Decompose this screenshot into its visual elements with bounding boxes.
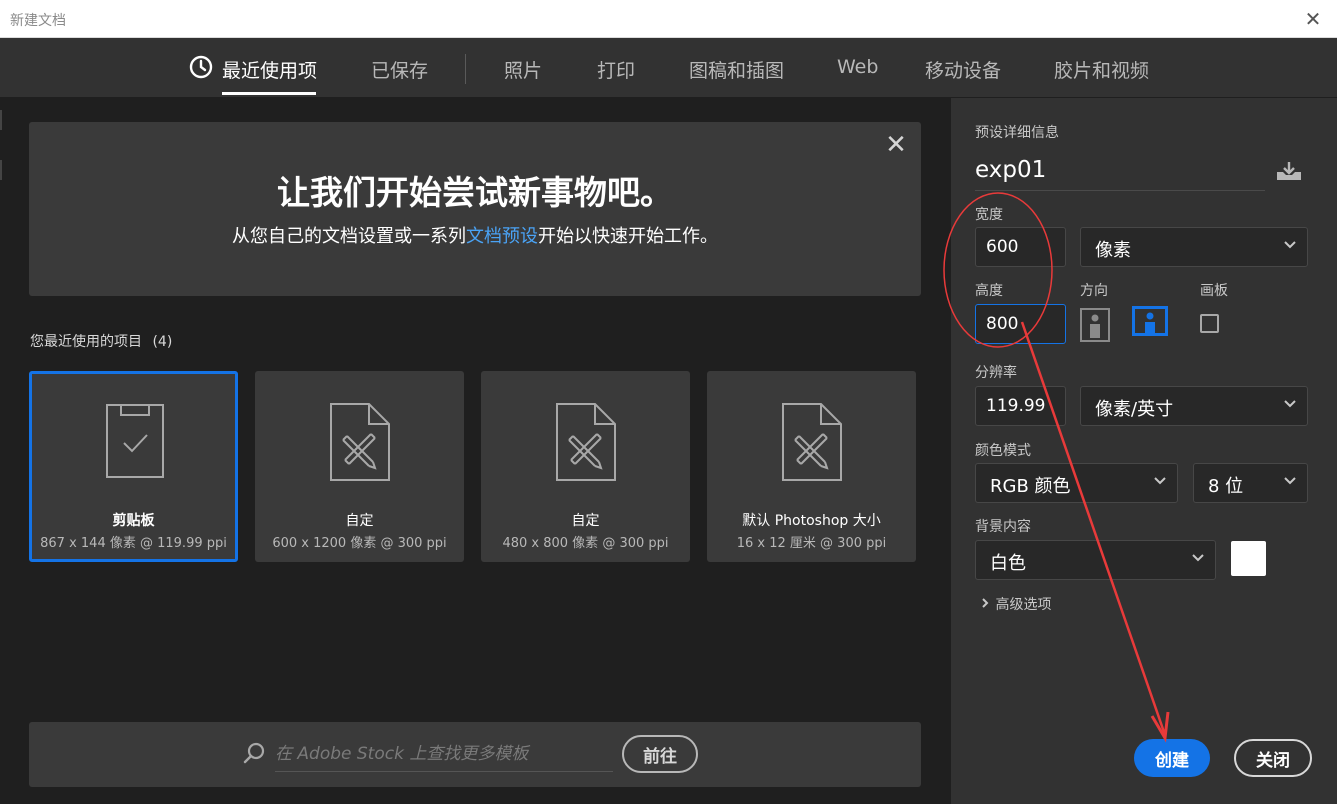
save-preset-icon[interactable]	[1275, 160, 1303, 182]
window-edge-mark	[0, 110, 2, 130]
advanced-options-label: 高级选项	[995, 597, 1052, 613]
resolution-label: 分辨率	[975, 365, 1017, 381]
search-icon	[243, 742, 265, 764]
width-unit-select[interactable]: 像素	[1080, 227, 1308, 267]
welcome-subtitle-after: 开始以快速开始工作。	[538, 226, 718, 247]
width-unit-value: 像素	[1095, 240, 1131, 261]
welcome-subtitle: 从您自己的文档设置或一系列文档预设开始以快速开始工作。	[29, 222, 921, 248]
recent-items-title: 您最近使用的项目	[30, 334, 142, 350]
orientation-label: 方向	[1080, 283, 1108, 299]
welcome-subtitle-before: 从您自己的文档设置或一系列	[232, 226, 466, 247]
window-close-icon[interactable]: ✕	[1301, 7, 1325, 31]
clock-icon	[189, 55, 213, 79]
width-input[interactable]: 600	[975, 227, 1066, 267]
chevron-down-icon	[1192, 554, 1204, 562]
recent-item-name: 自定	[345, 513, 374, 529]
recent-item-meta: 480 x 800 像素 @ 300 ppi	[502, 536, 669, 551]
title-bar: 新建文档 ✕	[0, 0, 1337, 38]
chevron-down-icon	[1284, 241, 1296, 249]
preset-details-label: 预设详细信息	[975, 125, 1059, 141]
background-value: 白色	[990, 553, 1026, 574]
preset-category-tabs: 最近使用项 已保存 照片 打印 图稿和插图 Web 移动设备 胶片和视频	[0, 38, 1337, 98]
recent-item-meta: 600 x 1200 像素 @ 300 ppi	[272, 536, 447, 551]
document-presets-link[interactable]: 文档预设	[466, 226, 538, 247]
recent-item-card[interactable]: 剪贴板 867 x 144 像素 @ 119.99 ppi	[29, 371, 238, 562]
landscape-orientation-icon[interactable]	[1132, 306, 1168, 336]
clipboard-check-icon	[106, 404, 164, 478]
create-button[interactable]: 创建	[1134, 739, 1210, 777]
tab-photo[interactable]: 照片	[504, 56, 542, 83]
tab-saved[interactable]: 已保存	[371, 56, 428, 83]
height-label: 高度	[975, 283, 1003, 299]
color-mode-select[interactable]: RGB 颜色	[975, 463, 1178, 503]
recent-items-label: 您最近使用的项目 (4)	[30, 331, 172, 351]
tab-film-video[interactable]: 胶片和视频	[1054, 56, 1149, 83]
stock-search-input[interactable]	[275, 736, 613, 772]
tab-print[interactable]: 打印	[597, 56, 635, 83]
recent-item-card[interactable]: 自定 480 x 800 像素 @ 300 ppi	[481, 371, 690, 562]
dismiss-banner-icon[interactable]: ✕	[883, 132, 909, 158]
window-title: 新建文档	[10, 13, 66, 29]
recent-items-count: (4)	[152, 334, 173, 350]
background-label: 背景内容	[975, 519, 1031, 535]
welcome-banner: 让我们开始尝试新事物吧。 从您自己的文档设置或一系列文档预设开始以快速开始工作。…	[29, 122, 921, 296]
tab-art-illustration[interactable]: 图稿和插图	[689, 56, 784, 83]
tab-divider	[465, 54, 466, 84]
chevron-down-icon	[1284, 477, 1296, 485]
preset-name-field[interactable]: exp01	[975, 153, 1265, 191]
color-mode-value: RGB 颜色	[990, 476, 1071, 497]
recent-item-name: 自定	[571, 513, 600, 529]
left-pane: 让我们开始尝试新事物吧。 从您自己的文档设置或一系列文档预设开始以快速开始工作。…	[0, 98, 950, 804]
background-select[interactable]: 白色	[975, 540, 1216, 580]
document-ruler-pencil-icon	[782, 403, 842, 481]
recent-item-name: 默认 Photoshop 大小	[742, 513, 881, 529]
artboard-checkbox[interactable]	[1200, 314, 1219, 333]
window-edge-mark	[0, 160, 2, 180]
background-color-swatch[interactable]	[1231, 541, 1266, 576]
resolution-unit-select[interactable]: 像素/英寸	[1080, 386, 1308, 426]
recent-item-name: 剪贴板	[112, 513, 155, 529]
document-ruler-pencil-icon	[330, 403, 390, 481]
bit-depth-value: 8 位	[1208, 476, 1244, 497]
new-document-dialog: 新建文档 ✕ 最近使用项 已保存 照片 打印 图稿和插图 Web 移动设备 胶片…	[0, 0, 1337, 804]
resolution-unit-value: 像素/英寸	[1095, 399, 1174, 420]
chevron-down-icon	[1284, 400, 1296, 408]
document-ruler-pencil-icon	[556, 403, 616, 481]
artboard-label: 画板	[1200, 283, 1228, 299]
color-mode-label: 颜色模式	[975, 443, 1031, 459]
recent-item-card[interactable]: 自定 600 x 1200 像素 @ 300 ppi	[255, 371, 464, 562]
active-tab-indicator	[222, 92, 316, 95]
go-button[interactable]: 前往	[622, 735, 698, 773]
portrait-orientation-icon[interactable]	[1080, 308, 1110, 342]
width-label: 宽度	[975, 207, 1003, 223]
recent-item-meta: 16 x 12 厘米 @ 300 ppi	[736, 536, 887, 551]
recent-item-meta: 867 x 144 像素 @ 119.99 ppi	[40, 536, 227, 551]
stock-search-bar: 前往	[29, 722, 921, 787]
recent-item-card[interactable]: 默认 Photoshop 大小 16 x 12 厘米 @ 300 ppi	[707, 371, 916, 562]
tab-web[interactable]: Web	[837, 56, 878, 78]
resolution-input[interactable]: 119.99	[975, 386, 1066, 426]
height-input[interactable]: 800	[975, 304, 1066, 344]
advanced-options-toggle[interactable]: 高级选项	[979, 594, 1051, 614]
close-button[interactable]: 关闭	[1234, 739, 1312, 777]
welcome-heading: 让我们开始尝试新事物吧。	[277, 173, 673, 212]
preset-details-panel: 预设详细信息 exp01 宽度 600 像素 高度 方向 画板 800 分辨率 …	[950, 98, 1337, 804]
chevron-down-icon	[1154, 477, 1166, 485]
bit-depth-select[interactable]: 8 位	[1193, 463, 1308, 503]
tab-recent[interactable]: 最近使用项	[222, 56, 317, 83]
tab-mobile[interactable]: 移动设备	[925, 56, 1001, 83]
chevron-right-icon	[982, 598, 989, 608]
